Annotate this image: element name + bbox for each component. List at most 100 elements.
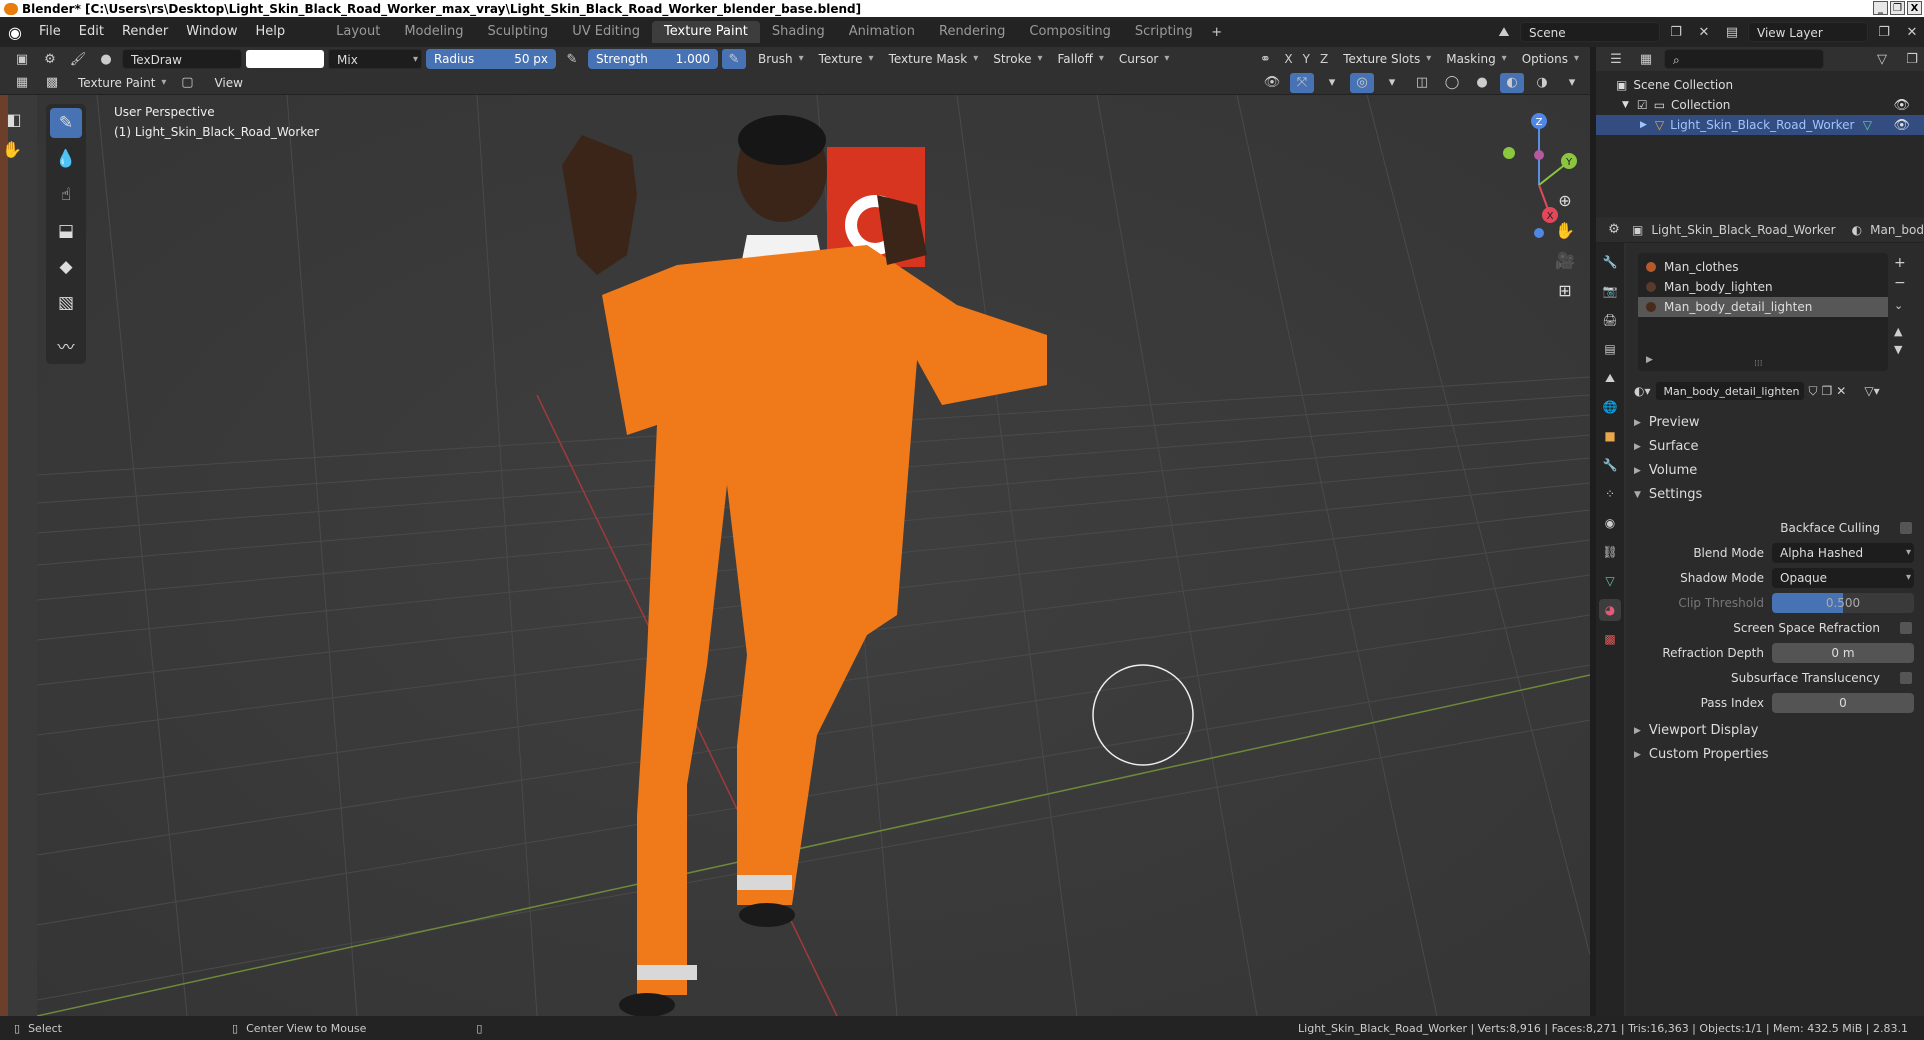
material-tab-icon[interactable]: ◕ [1599, 599, 1621, 621]
move-slot-up-icon[interactable]: ▲ [1894, 325, 1902, 338]
brush-dropdown[interactable]: Brush [750, 49, 807, 69]
draw-tool-icon[interactable]: ✎ [50, 108, 82, 138]
add-workspace-icon[interactable]: + [1205, 22, 1229, 42]
material-browse-icon[interactable]: ◐▾ [1634, 384, 1651, 398]
expand-list-icon[interactable]: ▶ [1646, 355, 1653, 365]
scene-icon[interactable]: ⛰ [1492, 22, 1516, 42]
output-tab-icon[interactable]: 🖨 [1599, 309, 1621, 331]
zoom-icon[interactable]: ⊕ [1552, 187, 1578, 213]
delete-view-layer-icon[interactable]: ✕ [1900, 22, 1924, 42]
tab-uv-editing[interactable]: UV Editing [560, 21, 652, 43]
world-tab-icon[interactable]: 🌐 [1599, 396, 1621, 418]
texture-tab-icon[interactable]: ▩ [1599, 628, 1621, 650]
tab-modeling[interactable]: Modeling [392, 21, 475, 43]
gizmo-neg-z-axis[interactable] [1534, 228, 1544, 238]
sidebar-toggle-icon[interactable]: ◧ [4, 106, 24, 132]
material-slot[interactable]: Man_body_detail_lighten [1638, 297, 1888, 317]
overlay-toggle-icon[interactable]: ◎ [1350, 72, 1374, 93]
new-collection-icon[interactable]: ❐ [1900, 49, 1924, 69]
minimize-button[interactable]: _ [1873, 1, 1888, 15]
gizmo-options-icon[interactable]: ▾ [1320, 73, 1344, 93]
pan-view-icon[interactable]: ✋ [1552, 217, 1578, 243]
brush-color-swatch[interactable] [246, 50, 324, 68]
visibility-icon[interactable]: 👁 [1260, 73, 1284, 93]
backface-culling-checkbox[interactable] [1900, 522, 1912, 534]
clip-threshold-slider[interactable]: 0.500 [1772, 593, 1914, 613]
pan-hand-icon[interactable]: ✋ [0, 136, 24, 162]
outliner-editor-icon[interactable]: ☰ [1604, 49, 1628, 69]
resize-handle-icon[interactable]: ⁞⁞⁞ [1754, 359, 1763, 369]
render-tab-icon[interactable]: 📷 [1599, 280, 1621, 302]
remove-slot-icon[interactable]: − [1894, 275, 1906, 291]
falloff-dropdown[interactable]: Falloff [1049, 49, 1106, 69]
data-tab-icon[interactable]: ▽ [1599, 570, 1621, 592]
object-visibility-icon[interactable]: 👁 [1893, 118, 1910, 133]
texture-dropdown[interactable]: Texture [811, 49, 877, 69]
subsurface-checkbox[interactable] [1900, 672, 1912, 684]
cursor-dropdown[interactable]: Cursor [1111, 49, 1172, 69]
editor-type-icon[interactable]: ▣ [10, 49, 34, 69]
wireframe-shading-icon[interactable]: ◯ [1440, 73, 1464, 93]
fake-user-shield-icon[interactable]: ⛉ [1809, 384, 1818, 399]
blend-mode-dropdown[interactable]: Mix [328, 49, 422, 70]
menu-render[interactable]: Render [113, 21, 177, 43]
new-view-layer-icon[interactable]: ❐ [1872, 22, 1896, 42]
strength-slider[interactable]: Strength 1.000 [588, 49, 718, 69]
soften-tool-icon[interactable]: 💧 [50, 144, 82, 174]
tool-tab-icon[interactable]: 🔧 [1599, 251, 1621, 273]
brush-name-field[interactable]: TexDraw [122, 49, 242, 69]
view-menu[interactable]: View [205, 72, 251, 94]
options-dropdown[interactable]: Options [1514, 49, 1582, 69]
gizmo-neg-y-axis[interactable] [1503, 147, 1515, 159]
mirror-z-toggle[interactable]: Z [1317, 52, 1331, 66]
radius-slider[interactable]: Radius 50 px [426, 49, 556, 69]
custom-properties-panel-header[interactable]: ▶ Custom Properties [1634, 747, 1769, 762]
material-slot[interactable]: Man_clothes [1638, 257, 1888, 277]
overlay-options-icon[interactable]: ▾ [1380, 73, 1404, 93]
tab-sculpting[interactable]: Sculpting [475, 21, 560, 43]
stroke-dropdown[interactable]: Stroke [985, 49, 1045, 69]
node-link-icon[interactable]: ▽▾ [1864, 384, 1879, 398]
ortho-toggle-icon[interactable]: ⊞ [1552, 277, 1578, 303]
unlink-material-icon[interactable]: ✕ [1836, 384, 1846, 398]
outliner-object-row[interactable]: ▶ ▽ Light_Skin_Black_Road_Worker ▽ 👁 [1596, 115, 1924, 135]
clone-tool-icon[interactable]: ⬓ [50, 216, 82, 246]
scene-tab-icon[interactable]: ⛰ [1599, 367, 1621, 389]
view-layer-field[interactable]: View Layer [1748, 22, 1868, 42]
menu-help[interactable]: Help [247, 21, 295, 43]
preview-panel-header[interactable]: ▶ Preview [1634, 415, 1700, 430]
material-name-field[interactable]: Man_body_detail_lighten [1654, 381, 1805, 401]
fill-tool-icon[interactable]: ◆ [50, 252, 82, 282]
mode-dropdown[interactable]: Texture Paint [70, 73, 169, 93]
tab-shading[interactable]: Shading [760, 21, 837, 43]
paint-mask-icon[interactable]: ▢ [175, 73, 199, 93]
blender-logo-icon[interactable]: ◉ [0, 21, 30, 43]
close-button[interactable]: X [1907, 1, 1922, 15]
properties-editor-icon[interactable]: ⚙ [1604, 220, 1624, 240]
shading-options-icon[interactable]: ▾ [1560, 73, 1584, 93]
view-layer-tab-icon[interactable]: ▤ [1599, 338, 1621, 360]
pass-index-field[interactable]: 0 [1772, 693, 1914, 713]
texture-mask-dropdown[interactable]: Texture Mask [881, 49, 982, 69]
camera-view-icon[interactable]: 🎥 [1552, 247, 1578, 273]
maximize-button[interactable]: ❐ [1890, 1, 1905, 15]
material-slot[interactable]: Man_body_lighten [1638, 277, 1888, 297]
volume-panel-header[interactable]: ▶ Volume [1634, 463, 1697, 478]
view-layer-icon[interactable]: ▤ [1720, 22, 1744, 42]
new-scene-icon[interactable]: ❐ [1664, 22, 1688, 42]
brush-icon[interactable]: 🖌 [66, 49, 90, 69]
scene-name-field[interactable]: Scene [1520, 22, 1660, 42]
gizmo-neg-x-axis[interactable] [1534, 150, 1544, 160]
radius-pressure-icon[interactable]: ✎ [560, 49, 584, 69]
filter-icon[interactable]: ▽ [1870, 49, 1894, 69]
surface-panel-header[interactable]: ▶ Surface [1634, 439, 1698, 454]
settings-panel-header[interactable]: ▼ Settings [1634, 487, 1702, 502]
menu-window[interactable]: Window [177, 21, 246, 43]
tab-animation[interactable]: Animation [837, 21, 927, 43]
particles-tab-icon[interactable]: ⁘ [1599, 483, 1621, 505]
mask-tool-icon[interactable]: ▧ [50, 288, 82, 318]
add-slot-icon[interactable]: + [1894, 255, 1906, 271]
collection-visibility-icon[interactable]: 👁 [1893, 98, 1910, 113]
xray-icon[interactable]: ◫ [1410, 73, 1434, 93]
expand-arrow-icon[interactable]: ▶ [1640, 120, 1647, 130]
